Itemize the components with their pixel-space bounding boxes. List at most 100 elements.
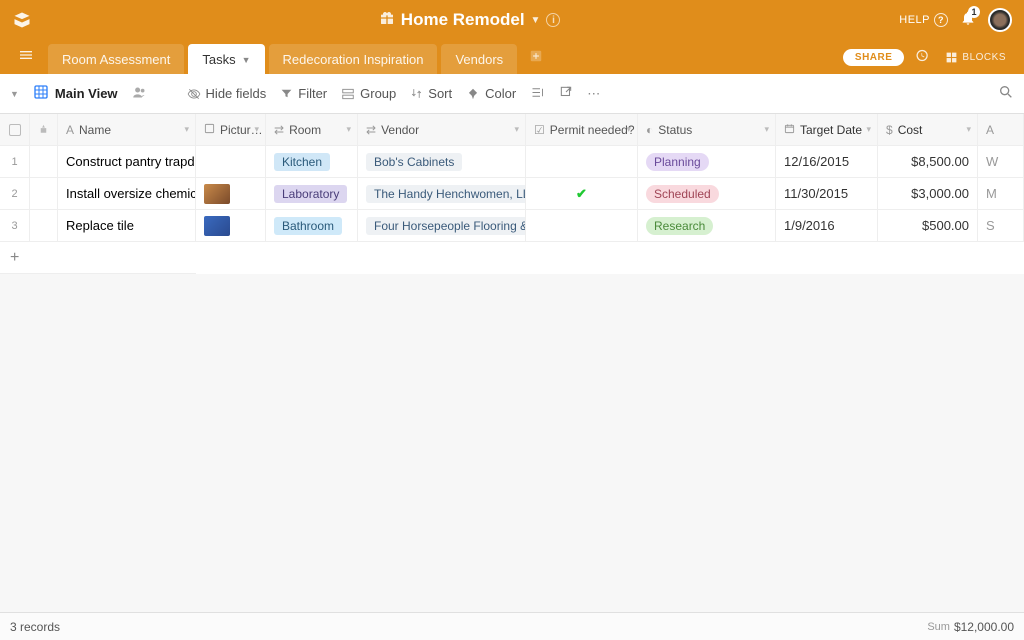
user-avatar[interactable] [988, 8, 1012, 32]
tab-tasks[interactable]: Tasks ▼ [188, 44, 264, 74]
share-view-icon[interactable] [559, 85, 573, 102]
room-tag[interactable]: Bathroom [274, 217, 342, 235]
expand-row-button[interactable] [30, 210, 58, 241]
tab-vendors[interactable]: Vendors [441, 44, 517, 74]
cell-date[interactable]: 1/9/2016 [776, 210, 878, 241]
cell-name[interactable]: Construct pantry trapdoor [58, 146, 196, 177]
thumbnail[interactable] [204, 184, 230, 204]
expand-row-button[interactable] [30, 178, 58, 209]
table-row[interactable]: 2 Install oversize chemical … Laboratory… [0, 178, 1024, 210]
cell-status[interactable]: Planning [638, 146, 776, 177]
chevron-down-icon[interactable]: ▾ [346, 124, 351, 135]
tab-dropdown-icon[interactable]: ▼ [242, 55, 251, 65]
vendor-tag[interactable]: Four Horsepeople Flooring & Tile [366, 217, 526, 235]
table-row[interactable]: 1 Construct pantry trapdoor Kitchen Bob'… [0, 146, 1024, 178]
expand-column-header [30, 114, 58, 145]
chevron-down-icon[interactable]: ▾ [184, 124, 189, 135]
room-tag[interactable]: Kitchen [274, 153, 330, 171]
blocks-button[interactable]: BLOCKS [939, 51, 1012, 64]
view-switcher[interactable]: Main View [33, 84, 118, 103]
notifications-button[interactable]: 1 [960, 10, 976, 31]
vendor-tag[interactable]: Bob's Cabinets [366, 153, 462, 171]
color-button[interactable]: Color [466, 86, 516, 101]
column-header-status[interactable]: ◐ Status ▾ [638, 114, 776, 145]
cell-extra[interactable]: W [978, 146, 1024, 177]
chevron-down-icon[interactable]: ▾ [514, 124, 519, 135]
tab-room-assessment[interactable]: Room Assessment [48, 44, 184, 74]
sort-button[interactable]: Sort [410, 86, 452, 101]
column-header-vendor[interactable]: ⇄ Vendor ▾ [358, 114, 526, 145]
column-header-cost[interactable]: $ Cost ▾ [878, 114, 978, 145]
more-icon[interactable]: ⋯ [587, 86, 600, 102]
filter-button[interactable]: Filter [280, 86, 327, 101]
cell-extra[interactable]: S [978, 210, 1024, 241]
column-header-room[interactable]: ⇄ Room ▾ [266, 114, 358, 145]
cell-date[interactable]: 12/16/2015 [776, 146, 878, 177]
cell-permit[interactable] [526, 210, 638, 241]
thumbnail[interactable] [204, 216, 230, 236]
add-row-button[interactable]: + [0, 242, 196, 274]
vendor-tag[interactable]: The Handy Henchwomen, LLC [366, 185, 526, 203]
cell-name[interactable]: Replace tile [58, 210, 196, 241]
history-icon[interactable] [908, 48, 935, 66]
help-button[interactable]: HELP ? [899, 13, 948, 27]
column-header-picture[interactable]: Pictur… ▾ [196, 114, 266, 145]
table-row[interactable]: 3 Replace tile Bathroom Four Horsepeople… [0, 210, 1024, 242]
row-number[interactable]: 2 [0, 178, 30, 209]
row-number[interactable]: 1 [0, 146, 30, 177]
cell-permit[interactable] [526, 146, 638, 177]
status-pill[interactable]: Scheduled [646, 185, 719, 203]
share-button[interactable]: SHARE [843, 49, 905, 66]
add-tab-button[interactable] [521, 43, 551, 72]
expand-row-button[interactable] [30, 146, 58, 177]
base-title[interactable]: Home Remodel [401, 10, 525, 30]
cell-extra[interactable]: M [978, 178, 1024, 209]
row-number[interactable]: 3 [0, 210, 30, 241]
link-field-icon: ⇄ [274, 123, 284, 137]
cell-room[interactable]: Kitchen [266, 146, 358, 177]
cell-cost[interactable]: $8,500.00 [878, 146, 978, 177]
cell-picture[interactable] [196, 146, 266, 177]
status-pill[interactable]: Planning [646, 153, 709, 171]
info-icon[interactable]: i [546, 13, 560, 27]
cell-vendor[interactable]: The Handy Henchwomen, LLC [358, 178, 526, 209]
select-all-checkbox[interactable] [0, 114, 30, 145]
help-label: HELP [899, 14, 930, 26]
chevron-down-icon[interactable]: ▾ [626, 124, 631, 135]
column-header-permit[interactable]: ☑ Permit needed? ▾ [526, 114, 638, 145]
base-dropdown-icon[interactable]: ▼ [531, 15, 541, 26]
app-logo[interactable] [12, 10, 32, 30]
cell-date[interactable]: 11/30/2015 [776, 178, 878, 209]
cell-permit[interactable]: ✔ [526, 178, 638, 209]
status-pill[interactable]: Research [646, 217, 713, 235]
add-column-button[interactable]: A [978, 114, 1024, 145]
cell-status[interactable]: Scheduled [638, 178, 776, 209]
search-icon[interactable] [998, 84, 1014, 103]
column-header-target-date[interactable]: Target Date ▾ [776, 114, 878, 145]
cell-picture[interactable] [196, 210, 266, 241]
room-tag[interactable]: Laboratory [274, 185, 347, 203]
cell-vendor[interactable]: Four Horsepeople Flooring & Tile [358, 210, 526, 241]
group-button[interactable]: Group [341, 86, 396, 101]
chevron-down-icon[interactable]: ▾ [764, 124, 769, 135]
menu-icon[interactable] [12, 41, 40, 74]
cell-cost[interactable]: $3,000.00 [878, 178, 978, 209]
collaborators-icon[interactable] [132, 85, 147, 103]
cell-room[interactable]: Laboratory [266, 178, 358, 209]
tab-redecoration-inspiration[interactable]: Redecoration Inspiration [269, 44, 438, 74]
column-permit-label: Permit needed? [550, 123, 635, 137]
hide-fields-button[interactable]: Hide fields [187, 86, 267, 101]
cell-picture[interactable] [196, 178, 266, 209]
chevron-down-icon[interactable]: ▾ [966, 124, 971, 135]
column-status-label: Status [658, 123, 692, 137]
row-height-icon[interactable] [530, 85, 545, 103]
views-sidebar-toggle[interactable]: ▼ [10, 89, 19, 99]
cell-room[interactable]: Bathroom [266, 210, 358, 241]
cell-name[interactable]: Install oversize chemical … [58, 178, 196, 209]
cell-cost[interactable]: $500.00 [878, 210, 978, 241]
chevron-down-icon[interactable]: ▾ [254, 124, 259, 135]
column-header-name[interactable]: A Name ▾ [58, 114, 196, 145]
cell-vendor[interactable]: Bob's Cabinets [358, 146, 526, 177]
cell-status[interactable]: Research [638, 210, 776, 241]
chevron-down-icon[interactable]: ▾ [866, 124, 871, 135]
